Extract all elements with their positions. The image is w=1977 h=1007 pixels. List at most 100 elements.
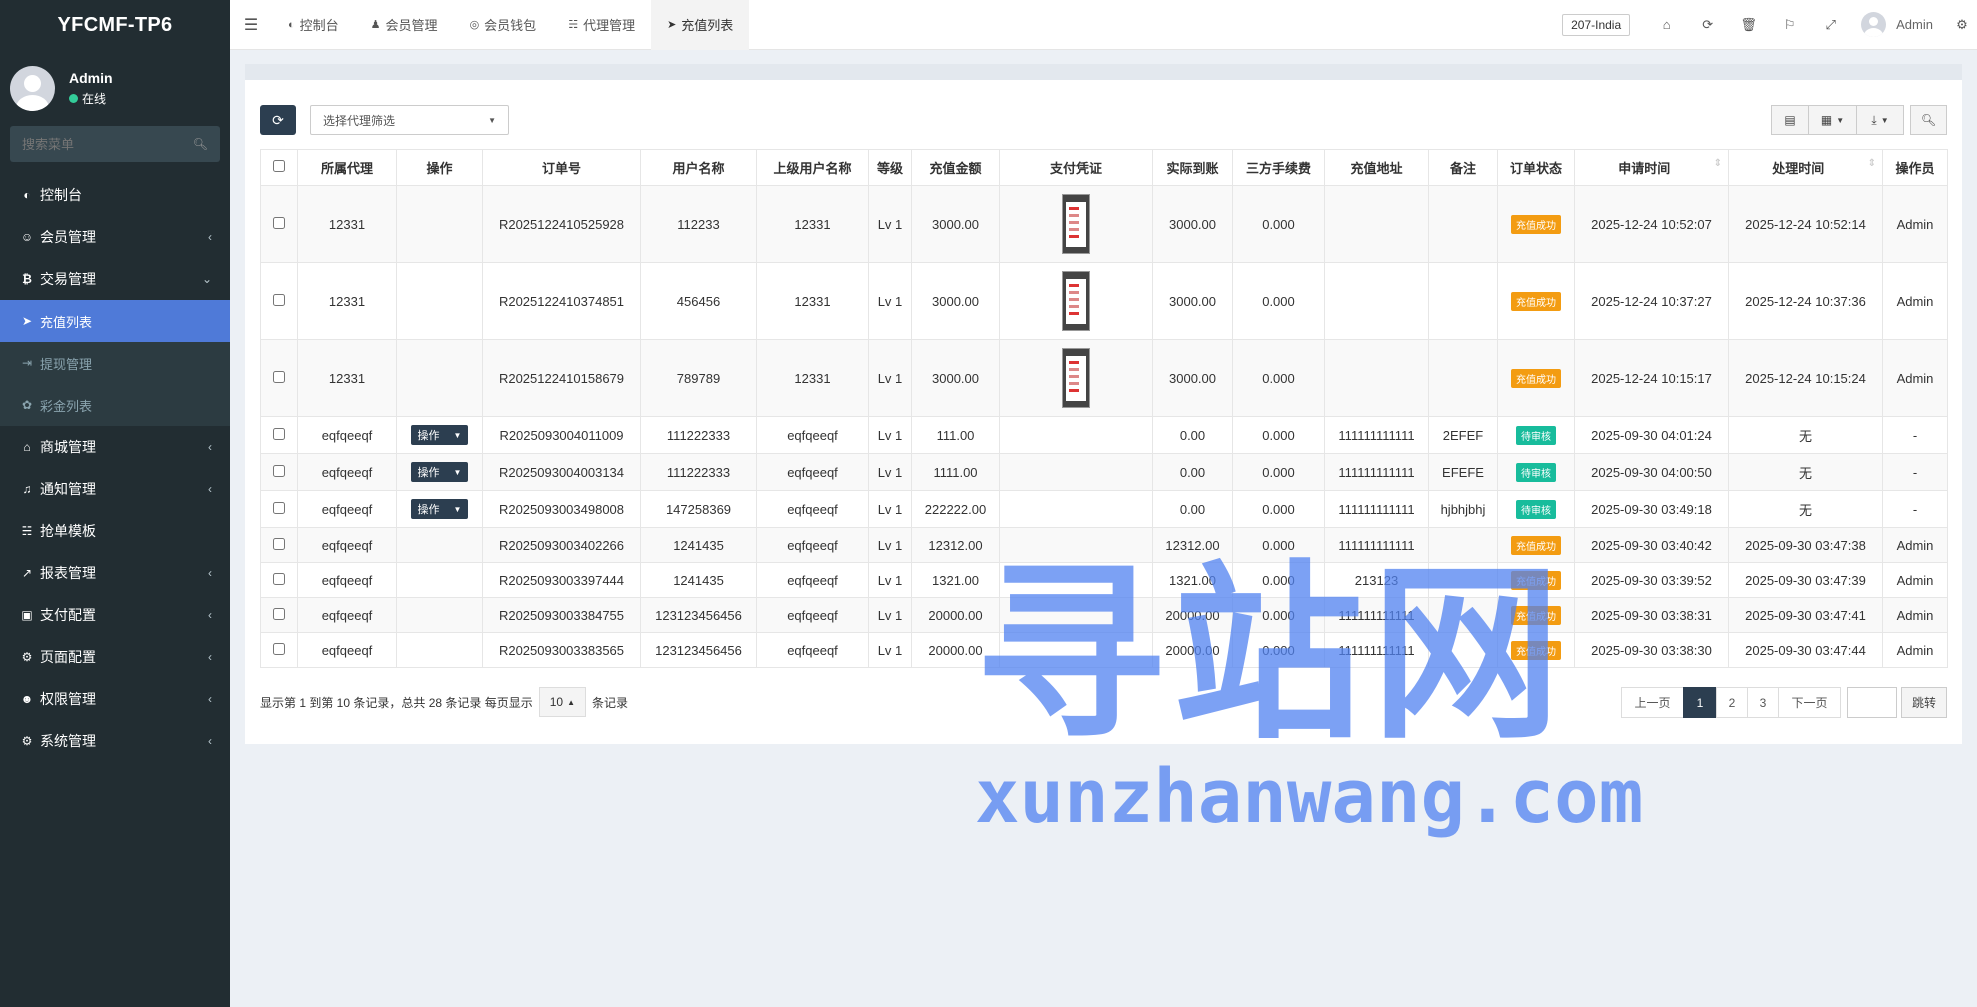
sidebar-item-permissions[interactable]: ☻ 权限管理 ‹: [0, 678, 230, 720]
refresh-button[interactable]: ⟳: [260, 105, 296, 135]
table-row[interactable]: eqfqeeqf R2025093003383565 123123456456 eqf…: [260, 632, 1948, 668]
toggle-view-button[interactable]: ▤: [1771, 105, 1808, 135]
translate-icon[interactable]: ⚐: [1769, 0, 1810, 50]
row-action-button[interactable]: 操作 ▼: [410, 425, 469, 445]
cell-level: Lv 1: [868, 262, 912, 340]
agent-filter-select[interactable]: 选择代理筛选 ▼: [310, 105, 509, 135]
export-button[interactable]: ⤓ ▼: [1856, 105, 1904, 135]
jump-button[interactable]: 跳转: [1900, 687, 1947, 718]
language-selector[interactable]: 207-India: [1562, 13, 1631, 36]
tab-label: 会员管理: [385, 18, 438, 33]
trash-icon[interactable]: 🗑︎: [1728, 0, 1769, 50]
page-button-1[interactable]: 1: [1682, 687, 1717, 718]
table-row[interactable]: eqfqeeqf R2025093003384755 123123456456 eqf…: [260, 597, 1948, 633]
sidebar-item-pages[interactable]: ⚙ 页面配置 ‹: [0, 636, 230, 678]
sidebar-item-label: 彩金列表: [40, 398, 93, 414]
payment-proof-thumbnail[interactable]: [1062, 194, 1090, 254]
sidebar-item-notice[interactable]: ♫ 通知管理 ‹: [0, 468, 230, 510]
sidebar-item-members[interactable]: ☺ 会员管理 ‹: [0, 216, 230, 258]
jump-page-input[interactable]: [1846, 687, 1897, 718]
row-checkbox[interactable]: [273, 293, 285, 306]
menu-toggle-icon[interactable]: ☰: [230, 0, 272, 50]
row-checkbox[interactable]: [273, 370, 285, 383]
app-logo[interactable]: YFCMF-TP6: [0, 0, 230, 50]
col-header-sortable[interactable]: 申请时间 ⇕: [1574, 149, 1729, 186]
sidebar-item-recharge-list[interactable]: ➤ 充值列表: [0, 300, 230, 342]
col-header: 备注: [1428, 149, 1498, 186]
tab-members[interactable]: ♟ 会员管理: [355, 0, 454, 50]
row-checkbox[interactable]: [273, 464, 285, 477]
sidebar-item-shop[interactable]: ⌂ 商城管理 ‹: [0, 426, 230, 468]
sidebar-item-template[interactable]: ☵ 抢单模板: [0, 510, 230, 552]
columns-button[interactable]: ▦ ▼: [1808, 105, 1856, 135]
row-checkbox[interactable]: [273, 427, 285, 440]
tab-dashboard[interactable]: ◐ 控制台: [272, 0, 355, 50]
cell-op: [396, 262, 483, 340]
col-header-label: 申请时间: [1618, 161, 1671, 176]
cell-op: [396, 527, 483, 563]
payment-proof-thumbnail[interactable]: [1062, 271, 1090, 331]
table-row[interactable]: eqfqeeqf R2025093003397444 1241435 eqfqeeqf…: [260, 562, 1948, 598]
table-row[interactable]: eqfqeeqf 操作 ▼ R2025093004011009 111222333 eqf…: [260, 416, 1948, 454]
col-header: 订单状态: [1497, 149, 1575, 186]
refresh-icon[interactable]: ⟳: [1687, 0, 1728, 50]
table-body: 12331 R2025122410525928 112233 12331 Lv 1 300…: [260, 185, 1948, 668]
header-user[interactable]: Admin: [1861, 12, 1933, 37]
row-action-button[interactable]: 操作 ▼: [410, 462, 469, 482]
row-checkbox[interactable]: [273, 537, 285, 550]
tab-agents[interactable]: ☵ 代理管理: [552, 0, 651, 50]
menu-search-input[interactable]: [22, 136, 172, 152]
table-row[interactable]: eqfqeeqf 操作 ▼ R2025093003498008 147258369 eqf…: [260, 490, 1948, 528]
cell-apply-time: 2025-09-30 04:01:24: [1574, 416, 1729, 454]
cog-icon: ⚙: [21, 650, 33, 664]
table-row[interactable]: 12331 R2025122410525928 112233 12331 Lv 1 300…: [260, 185, 1948, 263]
row-checkbox[interactable]: [273, 501, 285, 514]
col-header-sortable[interactable]: 处理时间 ⇕: [1728, 149, 1883, 186]
caret-down-icon: ▼: [1880, 115, 1889, 125]
cell-order: R2025093003384755: [482, 597, 641, 633]
row-action-button[interactable]: 操作 ▼: [410, 499, 469, 519]
row-checkbox[interactable]: [273, 216, 285, 229]
sidebar-item-label: 抢单模板: [40, 523, 96, 539]
next-page-button[interactable]: 下一页: [1777, 687, 1841, 718]
tab-wallet[interactable]: ◎ 会员钱包: [454, 0, 553, 50]
select-all-checkbox[interactable]: [273, 160, 285, 172]
table-row[interactable]: eqfqeeqf 操作 ▼ R2025093004003134 111222333 eqf…: [260, 453, 1948, 491]
search-icon[interactable]: 🔍︎: [193, 137, 208, 151]
table-row[interactable]: 12331 R2025122410158679 789789 12331 Lv 1 300…: [260, 339, 1948, 417]
cell-process-time: 无: [1728, 416, 1883, 454]
sidebar-item-dashboard[interactable]: ◐ 控制台: [0, 174, 230, 216]
sidebar-item-reports[interactable]: ↗ 报表管理 ‹: [0, 552, 230, 594]
cell-level: Lv 1: [868, 490, 912, 528]
sidebar-item-trade[interactable]: ₿ 交易管理 ⌄: [0, 258, 230, 300]
sidebar-item-withdraw[interactable]: ⇥ 提现管理: [0, 342, 230, 384]
page-size-select[interactable]: 10 ▲: [538, 687, 586, 717]
prev-page-button[interactable]: 上一页: [1620, 687, 1684, 718]
row-checkbox[interactable]: [273, 607, 285, 620]
avatar: [1861, 12, 1887, 37]
page-button-2[interactable]: 2: [1715, 687, 1748, 718]
table-row[interactable]: eqfqeeqf R2025093003402266 1241435 eqfqeeqf…: [260, 527, 1948, 563]
sitemap-icon: ☵: [21, 524, 33, 538]
row-select-cell: [260, 490, 298, 528]
table-row[interactable]: 12331 R2025122410374851 456456 12331 Lv 1 300…: [260, 262, 1948, 340]
fullscreen-icon[interactable]: ⤢: [1810, 0, 1851, 50]
search-button[interactable]: 🔍︎: [1910, 105, 1947, 135]
sidebar-item-system[interactable]: ⚙ 系统管理 ‹: [0, 720, 230, 762]
cell-address: [1324, 185, 1429, 263]
row-checkbox[interactable]: [273, 572, 285, 585]
cell-fee: 0.000: [1232, 632, 1325, 668]
page-button-3[interactable]: 3: [1746, 687, 1779, 718]
sidebar-item-bonus[interactable]: ✿ 彩金列表: [0, 384, 230, 426]
sidebar-item-payment[interactable]: ▣ 支付配置 ‹: [0, 594, 230, 636]
tab-recharge-list[interactable]: ➤ 充值列表: [651, 0, 750, 50]
home-icon[interactable]: ⌂: [1646, 0, 1687, 50]
payment-proof-thumbnail[interactable]: [1062, 348, 1090, 408]
row-checkbox[interactable]: [273, 642, 285, 655]
row-select-cell: [260, 597, 298, 633]
gears-icon[interactable]: ⚙: [1947, 0, 1977, 50]
dashboard-icon: ◐: [23, 188, 31, 202]
cell-process-time: 2025-12-24 10:15:24: [1728, 339, 1883, 417]
cell-amount: 3000.00: [911, 185, 1000, 263]
row-action-label: 操作: [417, 504, 440, 516]
